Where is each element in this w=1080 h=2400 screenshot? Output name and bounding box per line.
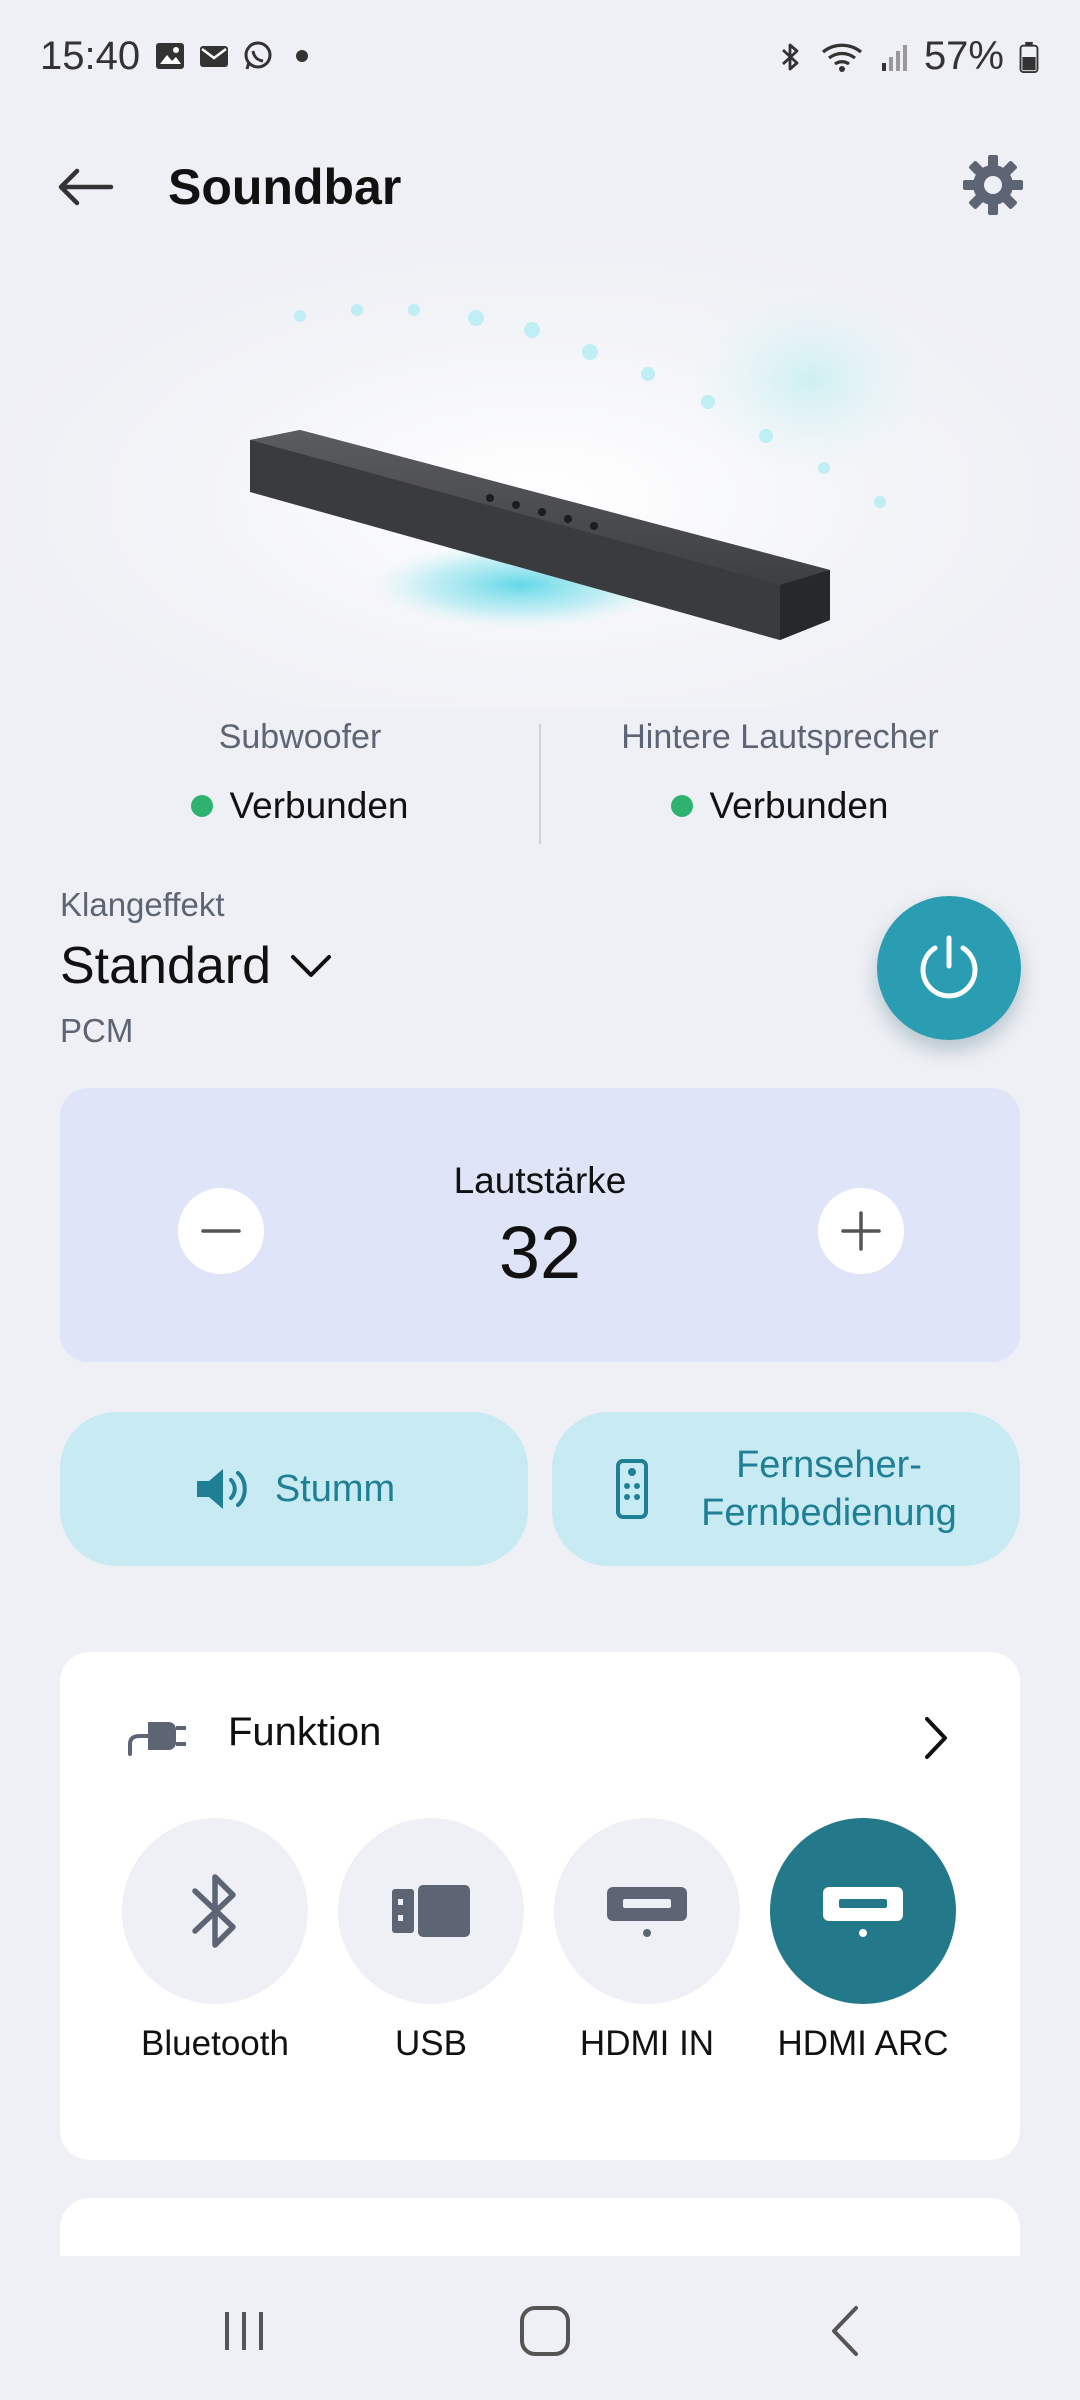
source-hdmi-in[interactable]: HDMI IN xyxy=(542,1818,752,2064)
dot-icon xyxy=(296,50,308,62)
whatsapp-icon xyxy=(244,41,272,70)
system-back-button[interactable] xyxy=(806,2296,886,2366)
sound-effect-dropdown[interactable]: Standard xyxy=(60,936,660,996)
bluetooth-icon xyxy=(192,1874,236,1948)
hdmi-in-icon xyxy=(607,1887,687,1937)
audio-format: PCM xyxy=(60,1012,134,1049)
notification-icons xyxy=(154,40,318,72)
volume-card: Lautstärke 32 xyxy=(60,1088,1020,1362)
settings-button[interactable] xyxy=(958,150,1028,220)
source-bluetooth[interactable]: Bluetooth xyxy=(110,1818,320,2064)
recent-apps-icon xyxy=(225,2312,263,2350)
remote-icon xyxy=(616,1459,649,1519)
source-hdmi-in-label: HDMI IN xyxy=(579,2024,715,2063)
battery-icon xyxy=(1019,41,1039,73)
signal-icon xyxy=(881,44,907,71)
source-hdmi-arc-label: HDMI ARC xyxy=(777,2024,949,2063)
subwoofer-state: Verbunden xyxy=(60,785,540,827)
app-header: Soundbar xyxy=(0,130,1080,240)
chevron-left-icon xyxy=(832,2306,858,2356)
function-more-button[interactable] xyxy=(906,1708,966,1768)
source-hdmi-arc[interactable]: HDMI ARC xyxy=(758,1818,968,2064)
mail-icon xyxy=(200,46,228,67)
back-button[interactable] xyxy=(50,152,120,222)
connected-dot-icon xyxy=(191,795,214,817)
chevron-right-icon xyxy=(925,1717,947,1759)
arrow-left-icon xyxy=(58,168,114,206)
function-header[interactable]: Funktion xyxy=(60,1652,1020,1818)
source-usb-label: USB xyxy=(395,2024,467,2063)
speaker-status: Subwoofer Verbunden Hintere Lautsprecher… xyxy=(0,718,1080,848)
page-title: Soundbar xyxy=(168,159,402,215)
tv-remote-label-line1: Fernseher- xyxy=(736,1444,922,1486)
status-bar: 15:40 57% xyxy=(0,0,1080,120)
subwoofer-status: Subwoofer Verbunden xyxy=(60,718,540,827)
source-usb[interactable]: USB xyxy=(326,1818,536,2064)
bluetooth-icon xyxy=(781,43,799,70)
tv-remote-button[interactable]: Fernseher- Fernbedienung xyxy=(552,1412,1020,1566)
system-nav-bar xyxy=(0,2256,1080,2400)
rear-speakers-state: Verbunden xyxy=(540,785,1020,827)
system-icons: 57% xyxy=(774,34,1040,79)
sound-effect-value: Standard xyxy=(60,937,272,995)
chevron-down-icon xyxy=(291,955,332,977)
source-usb-circle xyxy=(338,1818,524,2004)
volume-up-button[interactable] xyxy=(818,1188,904,1274)
rear-speakers-label: Hintere Lautsprecher xyxy=(621,718,939,756)
usb-icon xyxy=(392,1885,470,1937)
source-hdmi-in-circle xyxy=(554,1818,740,2004)
home-button[interactable] xyxy=(505,2296,585,2366)
soundbar-illustration xyxy=(0,240,1080,710)
tv-remote-label: Fernseher- Fernbedienung xyxy=(701,1441,957,1537)
power-button[interactable] xyxy=(877,896,1021,1040)
hdmi-arc-icon xyxy=(823,1887,903,1937)
next-card xyxy=(60,2198,1020,2258)
home-icon xyxy=(520,2306,570,2356)
plus-icon xyxy=(841,1211,881,1251)
function-title: Funktion xyxy=(228,1710,382,1754)
connected-dot-icon xyxy=(671,795,694,817)
power-icon xyxy=(920,935,978,999)
source-bluetooth-label: Bluetooth xyxy=(141,2024,289,2063)
subwoofer-label: Subwoofer xyxy=(218,718,382,756)
tv-remote-label-line2: Fernbedienung xyxy=(701,1492,957,1534)
input-plug-icon xyxy=(128,1722,186,1756)
mute-button[interactable]: Stumm xyxy=(60,1412,528,1566)
rear-speakers-state-text: Verbunden xyxy=(709,785,889,826)
speaker-icon xyxy=(196,1469,247,1509)
image-icon xyxy=(156,43,184,69)
wifi-icon xyxy=(821,43,862,72)
status-time: 15:40 xyxy=(40,34,141,78)
recent-apps-button[interactable] xyxy=(204,2296,284,2366)
source-hdmi-arc-circle xyxy=(770,1818,956,2004)
function-card: Funktion Bluetooth USB HDMI IN HDMI ARC xyxy=(60,1652,1020,2160)
sound-effect-label: Klangeffekt xyxy=(60,886,225,923)
sound-effect-section: Klangeffekt Standard PCM xyxy=(60,886,660,1050)
source-bluetooth-circle xyxy=(122,1818,308,2004)
mute-label: Stumm xyxy=(274,1468,396,1510)
rear-speakers-status: Hintere Lautsprecher Verbunden xyxy=(540,718,1020,827)
battery-percent: 57% xyxy=(923,34,1004,78)
soundbar-image xyxy=(250,280,940,640)
subwoofer-state-text: Verbunden xyxy=(229,785,409,826)
gear-icon xyxy=(963,155,1023,215)
